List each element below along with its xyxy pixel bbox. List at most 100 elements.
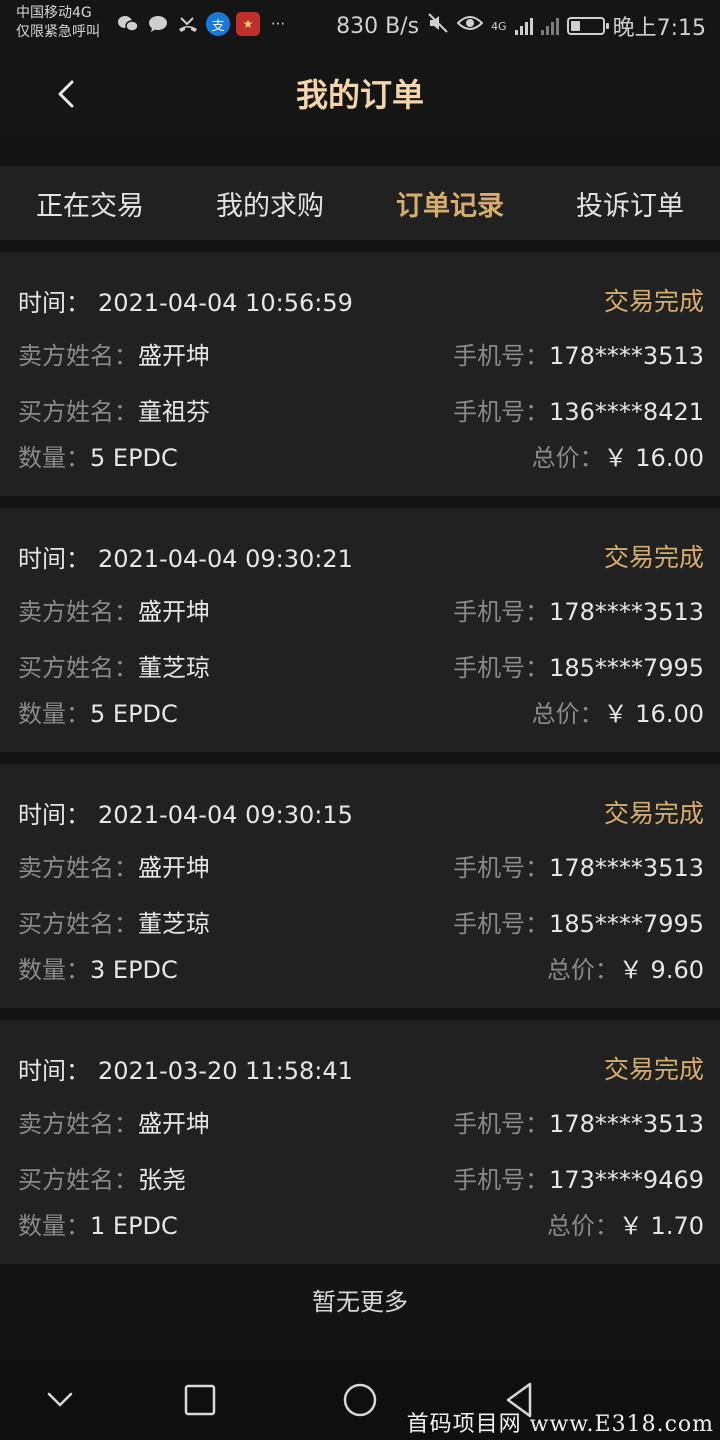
seller-label: 卖方姓名： <box>18 854 138 882</box>
buyer-phone: 136****8421 <box>549 398 704 426</box>
amount-row: 数量：5 EPDC 总价：￥ 16.00 <box>18 438 704 473</box>
order-time-row: 时间： 2021-04-04 09:30:21 交易完成 <box>18 538 704 574</box>
total-value: ￥ 16.00 <box>603 444 704 472</box>
buyer-row: 买方姓名：董芝琼 手机号：185****7995 <box>18 648 704 683</box>
phone-label: 手机号： <box>453 910 550 938</box>
phone-label: 手机号： <box>453 398 550 426</box>
phone-label: 手机号： <box>453 342 550 370</box>
buyer-name: 张尧 <box>138 1166 186 1194</box>
order-time: 2021-04-04 09:30:21 <box>98 544 353 573</box>
order-card[interactable]: 时间： 2021-04-04 10:56:59 交易完成 卖方姓名：盛开坤 手机号… <box>0 252 720 496</box>
message-icon <box>146 12 170 36</box>
seller-phone: 178****3513 <box>549 598 704 626</box>
order-time-row: 时间： 2021-04-04 09:30:15 交易完成 <box>18 794 704 830</box>
order-status: 交易完成 <box>603 1055 704 1084</box>
buyer-phone: 173****9469 <box>549 1166 704 1194</box>
order-status: 交易完成 <box>603 287 704 316</box>
order-card[interactable]: 时间： 2021-04-04 09:30:21 交易完成 卖方姓名：盛开坤 手机号… <box>0 508 720 752</box>
status-bar: 中国移动4G 仅限紧急呼叫 支 ★ ··· 830 B/s 4G 晚上7:15 <box>0 0 720 50</box>
eye-comfort-icon <box>456 13 484 39</box>
phone-label: 手机号： <box>453 598 550 626</box>
quantity-value: 1 EPDC <box>90 1212 178 1240</box>
order-card[interactable]: 时间： 2021-04-04 09:30:15 交易完成 卖方姓名：盛开坤 手机号… <box>0 764 720 1008</box>
quantity-value: 3 EPDC <box>90 956 178 984</box>
signal-icon <box>514 17 533 35</box>
time-label: 时间： <box>18 1056 90 1085</box>
buyer-name: 董芝琼 <box>138 910 210 938</box>
quantity-label: 数量： <box>18 444 90 472</box>
seller-phone: 178****3513 <box>549 1110 704 1138</box>
more-notifications: ··· <box>270 15 286 33</box>
notification-icons: 支 ★ ··· <box>116 12 290 36</box>
seller-row: 卖方姓名：盛开坤 手机号：178****3513 <box>18 592 704 627</box>
phone-label: 手机号： <box>453 654 550 682</box>
order-tabs: 正在交易 我的求购 订单记录 投诉订单 <box>0 166 720 240</box>
circle-icon <box>343 1383 377 1417</box>
total-label: 总价： <box>531 700 604 728</box>
network-type: 4G <box>491 19 507 33</box>
amount-row: 数量：1 EPDC 总价：￥ 1.70 <box>18 1206 704 1241</box>
buyer-name: 童祖芬 <box>138 398 210 426</box>
quantity-label: 数量： <box>18 956 90 984</box>
quantity-label: 数量： <box>18 1212 90 1240</box>
tab-trading[interactable]: 正在交易 <box>0 166 180 240</box>
order-status: 交易完成 <box>603 799 704 828</box>
amount-row: 数量：3 EPDC 总价：￥ 9.60 <box>18 950 704 985</box>
seller-phone: 178****3513 <box>549 854 704 882</box>
order-time: 2021-03-20 11:58:41 <box>98 1056 353 1085</box>
watermark: 首码项目网 www.E318.com <box>406 1412 714 1437</box>
order-card[interactable]: 时间： 2021-03-20 11:58:41 交易完成 卖方姓名：盛开坤 手机号… <box>0 1020 720 1264</box>
buyer-label: 买方姓名： <box>18 654 138 682</box>
total-value: ￥ 1.70 <box>618 1212 704 1240</box>
seller-phone: 178****3513 <box>549 342 704 370</box>
chevron-down-icon <box>47 1392 73 1407</box>
quantity-value: 5 EPDC <box>90 700 178 728</box>
buyer-label: 买方姓名： <box>18 1166 138 1194</box>
buyer-label: 买方姓名： <box>18 910 138 938</box>
phone-label: 手机号： <box>453 854 550 882</box>
quantity-label: 数量： <box>18 700 90 728</box>
alipay-icon: 支 <box>206 12 230 36</box>
app-header: 我的订单 <box>0 50 720 136</box>
time-label: 时间： <box>18 288 90 317</box>
page-title: 我的订单 <box>295 76 424 114</box>
tab-purchase-requests[interactable]: 我的求购 <box>180 166 360 240</box>
seller-row: 卖方姓名：盛开坤 手机号：178****3513 <box>18 1104 704 1139</box>
home-button[interactable] <box>338 1378 382 1422</box>
system-status: 830 B/s 4G 晚上7:15 <box>336 10 706 42</box>
seller-name: 盛开坤 <box>138 342 210 370</box>
time-label: 时间： <box>18 544 90 573</box>
missed-call-icon <box>176 12 200 36</box>
carrier-info: 中国移动4G 仅限紧急呼叫 <box>16 4 100 42</box>
buyer-row: 买方姓名：童祖芬 手机号：136****8421 <box>18 392 704 427</box>
seller-name: 盛开坤 <box>138 598 210 626</box>
seller-label: 卖方姓名： <box>18 1110 138 1138</box>
buyer-row: 买方姓名：董芝琼 手机号：185****7995 <box>18 904 704 939</box>
buyer-phone: 185****7995 <box>549 654 704 682</box>
no-more-text: 暂无更多 <box>312 1288 408 1316</box>
carrier-name: 中国移动4G <box>16 5 92 21</box>
buyer-label: 买方姓名： <box>18 398 138 426</box>
amount-row: 数量：5 EPDC 总价：￥ 16.00 <box>18 694 704 729</box>
collapse-button[interactable] <box>38 1378 82 1422</box>
buyer-phone: 185****7995 <box>549 910 704 938</box>
order-time: 2021-04-04 09:30:15 <box>98 800 353 829</box>
total-label: 总价： <box>546 956 619 984</box>
seller-name: 盛开坤 <box>138 1110 210 1138</box>
seller-name: 盛开坤 <box>138 854 210 882</box>
buyer-row: 买方姓名：张尧 手机号：173****9469 <box>18 1160 704 1195</box>
quantity-value: 5 EPDC <box>90 444 178 472</box>
tab-complaints[interactable]: 投诉订单 <box>540 166 720 240</box>
phone-label: 手机号： <box>453 1110 550 1138</box>
seller-row: 卖方姓名：盛开坤 手机号：178****3513 <box>18 848 704 883</box>
tab-order-records[interactable]: 订单记录 <box>360 166 540 240</box>
net-speed: 830 B/s <box>336 13 420 39</box>
clock: 晚上7:15 <box>612 16 706 41</box>
recents-button[interactable] <box>178 1378 222 1422</box>
seller-label: 卖方姓名： <box>18 342 138 370</box>
battery-icon <box>566 17 609 35</box>
total-label: 总价： <box>546 1212 619 1240</box>
total-value: ￥ 16.00 <box>603 700 704 728</box>
mute-icon <box>427 12 449 40</box>
total-value: ￥ 9.60 <box>618 956 704 984</box>
